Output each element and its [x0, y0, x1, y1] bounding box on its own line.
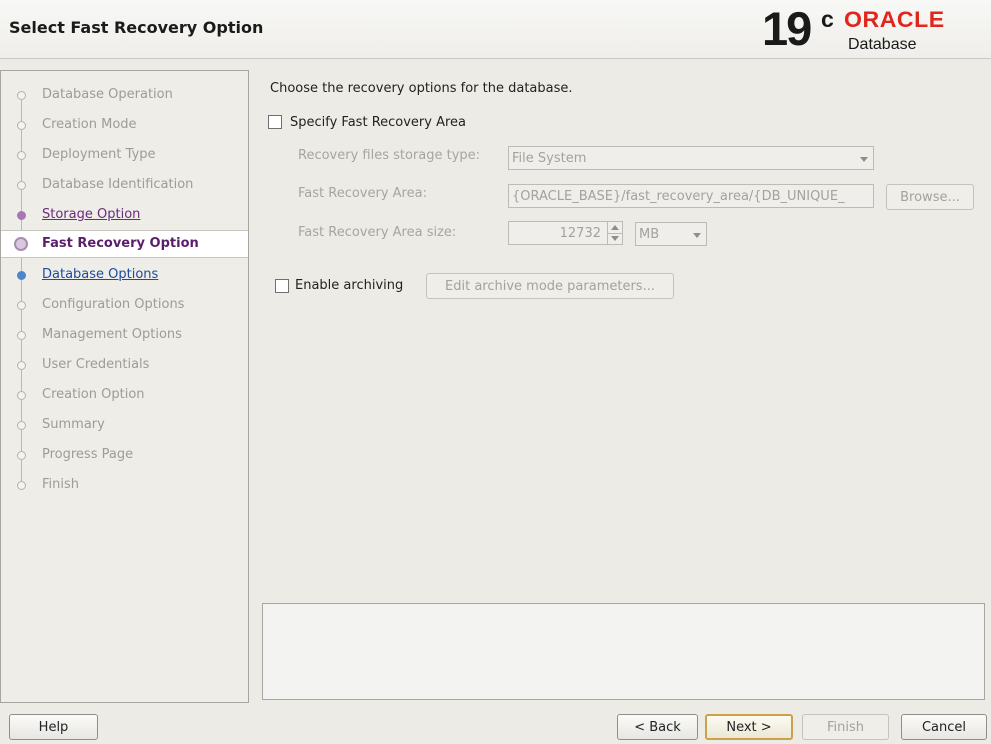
fra-size-unit-value: MB: [639, 227, 660, 242]
storage-type-label: Recovery files storage type:: [298, 148, 481, 163]
step-creation-option: Creation Option: [1, 381, 248, 409]
spinner-divider: [608, 233, 622, 234]
spinner-up-icon[interactable]: [611, 225, 619, 230]
page-header: Select Fast Recovery Option 19 c ORACLE …: [0, 0, 991, 59]
step-dot-icon: [17, 331, 26, 340]
back-button[interactable]: < Back: [617, 714, 698, 740]
step-label: Database Identification: [42, 177, 194, 192]
step-label: Configuration Options: [42, 297, 185, 312]
fra-size-input[interactable]: 12732: [508, 221, 608, 245]
fra-location-label: Fast Recovery Area:: [298, 186, 427, 201]
step-database-operation: Database Operation: [1, 81, 248, 109]
brand-version-sup: c: [821, 6, 834, 32]
step-user-credentials: User Credentials: [1, 351, 248, 379]
step-database-options[interactable]: Database Options: [1, 261, 248, 289]
brand-vendor: ORACLE: [844, 7, 945, 32]
wizard-steps-nav: Database Operation Creation Mode Deploym…: [0, 70, 249, 703]
step-label: Database Operation: [42, 87, 173, 102]
step-database-identification: Database Identification: [1, 171, 248, 199]
step-dot-icon: [17, 451, 26, 460]
fra-size-label: Fast Recovery Area size:: [298, 225, 457, 240]
page-title: Select Fast Recovery Option: [9, 18, 264, 37]
step-label: Summary: [42, 417, 105, 432]
specify-fra-label[interactable]: Specify Fast Recovery Area: [290, 115, 466, 130]
step-dot-icon: [17, 361, 26, 370]
step-dot-icon: [17, 481, 26, 490]
fra-location-value: {ORACLE_BASE}/fast_recovery_area/{DB_UNI…: [512, 189, 845, 204]
edit-archive-params-button[interactable]: Edit archive mode parameters...: [426, 273, 674, 299]
step-fast-recovery-option: Fast Recovery Option: [1, 230, 248, 258]
step-dot-icon: [17, 301, 26, 310]
fra-size-unit-select[interactable]: MB: [635, 222, 707, 246]
step-finish: Finish: [1, 471, 248, 499]
step-configuration-options: Configuration Options: [1, 291, 248, 319]
fra-location-input[interactable]: {ORACLE_BASE}/fast_recovery_area/{DB_UNI…: [508, 184, 874, 208]
step-dot-icon: [17, 421, 26, 430]
step-dot-icon: [17, 151, 26, 160]
step-summary: Summary: [1, 411, 248, 439]
message-pane: [262, 603, 985, 700]
chevron-down-icon: [693, 233, 701, 238]
finish-button[interactable]: Finish: [802, 714, 889, 740]
brand-version: 19: [762, 2, 812, 55]
step-dot-icon: [17, 271, 26, 280]
cancel-button[interactable]: Cancel: [901, 714, 987, 740]
step-deployment-type: Deployment Type: [1, 141, 248, 169]
step-dot-icon: [17, 181, 26, 190]
browse-button[interactable]: Browse...: [886, 184, 974, 210]
step-current-icon: [14, 237, 28, 251]
step-label[interactable]: Storage Option: [42, 207, 140, 222]
specify-fra-checkbox[interactable]: [268, 115, 282, 129]
step-label: Finish: [42, 477, 80, 492]
enable-archiving-label[interactable]: Enable archiving: [295, 278, 403, 293]
help-button[interactable]: Help: [9, 714, 98, 740]
step-dot-icon: [17, 121, 26, 130]
oracle-19c-logo: 19 c ORACLE Database: [762, 2, 987, 57]
step-dot-icon: [17, 91, 26, 100]
step-progress-page: Progress Page: [1, 441, 248, 469]
step-dot-icon: [17, 211, 26, 220]
chevron-down-icon: [860, 157, 868, 162]
step-creation-mode: Creation Mode: [1, 111, 248, 139]
fra-size-spinner[interactable]: [607, 221, 623, 245]
spinner-down-icon[interactable]: [611, 236, 619, 241]
brand-product: Database: [848, 36, 917, 53]
step-storage-option[interactable]: Storage Option: [1, 201, 248, 229]
step-label: Deployment Type: [42, 147, 156, 162]
fra-size-value: 12732: [559, 226, 601, 241]
step-label: Creation Mode: [42, 117, 137, 132]
step-label: User Credentials: [42, 357, 150, 372]
step-label: Creation Option: [42, 387, 145, 402]
step-label: Fast Recovery Option: [42, 236, 199, 251]
step-label: Management Options: [42, 327, 182, 342]
step-dot-icon: [17, 391, 26, 400]
step-label: Progress Page: [42, 447, 134, 462]
step-label[interactable]: Database Options: [42, 267, 158, 282]
enable-archiving-checkbox[interactable]: [275, 279, 289, 293]
storage-type-value: File System: [512, 151, 587, 166]
next-button[interactable]: Next >: [705, 714, 793, 740]
step-management-options: Management Options: [1, 321, 248, 349]
intro-text: Choose the recovery options for the data…: [270, 81, 573, 96]
storage-type-select[interactable]: File System: [508, 146, 874, 170]
